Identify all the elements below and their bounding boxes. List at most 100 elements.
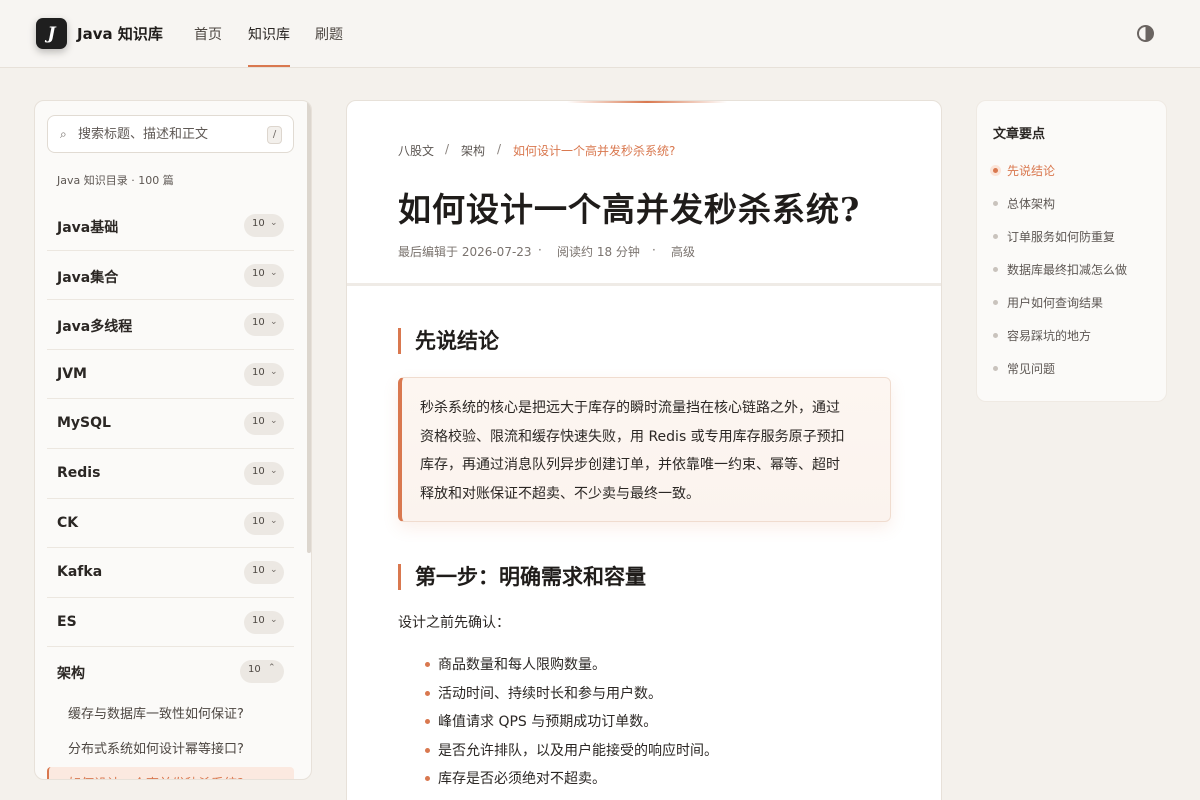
breadcrumb-separator: / — [445, 142, 450, 156]
sub-article-link-active[interactable]: 如何设计一个高并发秒杀系统? — [47, 766, 294, 779]
category-name: CK — [57, 514, 79, 531]
category-item[interactable]: Kafka 10 ⌄ — [47, 548, 294, 598]
bullet-dot-icon — [993, 234, 998, 239]
toc-item-active[interactable]: 先说结论 — [993, 162, 1055, 179]
bullet-dot-icon — [993, 168, 998, 173]
bullet-dot-icon — [993, 201, 998, 206]
toc-item[interactable]: 订单服务如何防重复 — [993, 228, 1115, 245]
bullet-dot-icon — [993, 366, 998, 371]
category-item[interactable]: CK 10 ⌄ — [47, 499, 294, 549]
category-item[interactable]: Java多线程 10 ⌄ — [47, 300, 294, 350]
category-count: 10 — [248, 664, 261, 676]
toc-item[interactable]: 常见问题 — [993, 360, 1055, 377]
category-count: 10 — [252, 267, 265, 279]
catalog-sidebar: ⌕ / Java 知识目录 · 100 篇 Java基础 10 ⌄ Java集合… — [34, 100, 312, 780]
category-count-badge[interactable]: 10 ⌄ — [244, 214, 284, 237]
sub-article-link[interactable]: 分布式系统如何设计幂等接口? — [47, 732, 294, 767]
chevron-down-icon: ⌄ — [270, 317, 278, 328]
list-item: 库存是否必须绝对不超卖。 — [425, 768, 718, 797]
chevron-down-icon: ⌄ — [270, 515, 278, 526]
toc-item[interactable]: 容易踩坑的地方 — [993, 327, 1091, 344]
chevron-down-icon: ⌄ — [270, 465, 278, 476]
list-item: 是否允许排队，以及用户能接受的响应时间。 — [425, 740, 718, 769]
category-count: 10 — [252, 465, 265, 477]
logo-icon[interactable]: J — [36, 18, 67, 49]
list-item: 活动时间、持续时长和参与用户数。 — [425, 683, 718, 712]
category-count: 10 — [252, 515, 265, 527]
chevron-down-icon: ⌄ — [270, 416, 278, 427]
category-count-badge[interactable]: 10 ⌄ — [244, 412, 284, 436]
nav-home[interactable]: 首页 — [194, 24, 222, 44]
table-of-contents: 文章要点 先说结论 总体架构 订单服务如何防重复 数据库最终扣减怎么做 用户如何… — [976, 100, 1167, 402]
toc-item[interactable]: 总体架构 — [993, 195, 1055, 212]
article-card: 八股文 / 架构 / 如何设计一个高并发秒杀系统? 如何设计一个高并发秒杀系统?… — [346, 100, 942, 800]
callout-line: 资格校验、限流和缓存快速失败，用 Redis 或专用库存服务原子预扣 — [420, 428, 845, 445]
difficulty-level: 高级 — [671, 245, 696, 259]
toc-item-label: 订单服务如何防重复 — [1007, 230, 1116, 244]
bullet-dot-icon — [993, 333, 998, 338]
search-icon: ⌕ — [60, 127, 67, 141]
category-count-badge[interactable]: 10 ⌄ — [244, 610, 284, 634]
paragraph: 设计之前先确认： — [398, 615, 510, 631]
meta-separator: · — [538, 243, 542, 257]
sub-article-link[interactable]: 缓存与数据库一致性如何保证? — [47, 697, 294, 732]
chevron-down-icon: ⌄ — [270, 267, 278, 278]
category-name: 架构 — [57, 666, 85, 683]
category-item[interactable]: ES 10 ⌄ — [47, 598, 294, 648]
toc-item-label: 总体架构 — [1007, 197, 1056, 211]
toc-item-label: 数据库最终扣减怎么做 — [1007, 263, 1128, 277]
accent-line — [567, 101, 727, 103]
category-count: 10 — [252, 614, 265, 626]
bullet-dot-icon — [993, 267, 998, 272]
brand-name[interactable]: Java 知识库 — [77, 23, 163, 44]
list-item: 峰值请求 QPS 与预期成功订单数。 — [425, 711, 718, 740]
breadcrumb-item[interactable]: 八股文 — [398, 142, 434, 159]
search-shortcut-key: / — [267, 126, 282, 144]
chevron-down-icon: ⌄ — [270, 614, 278, 625]
last-edited: 最后编辑于 2026-07-23 — [398, 245, 532, 259]
search-box[interactable]: ⌕ / — [47, 115, 294, 153]
category-item[interactable]: Redis 10 ⌄ — [47, 449, 294, 499]
category-item[interactable]: MySQL 10 ⌄ — [47, 399, 294, 449]
header-divider — [347, 283, 941, 286]
category-item[interactable]: JVM 10 ⌄ — [47, 350, 294, 400]
category-count: 10 — [252, 218, 265, 229]
category-count-badge[interactable]: 10 ⌄ — [244, 511, 284, 535]
category-item[interactable]: Java集合 10 ⌄ — [47, 251, 294, 301]
category-name: ES — [57, 613, 77, 630]
toc-item[interactable]: 数据库最终扣减怎么做 — [993, 261, 1127, 278]
nav-practice[interactable]: 刷题 — [315, 24, 343, 44]
category-name: Java集合 — [57, 269, 119, 286]
search-input[interactable] — [78, 124, 258, 144]
contrast-icon[interactable] — [1137, 25, 1154, 42]
breadcrumb-item[interactable]: 架构 — [461, 142, 485, 159]
category-item[interactable]: Java基础 10 ⌄ — [47, 201, 294, 251]
category-count: 10 — [252, 416, 265, 428]
category-count: 10 — [252, 366, 265, 378]
category-count: 10 — [252, 317, 265, 329]
category-name: Java基础 — [57, 220, 119, 236]
nav-knowledge-base[interactable]: 知识库 — [248, 24, 290, 44]
catalog-summary: Java 知识目录 · 100 篇 — [57, 174, 174, 187]
category-count-badge[interactable]: 10 ⌄ — [244, 461, 284, 485]
top-navigation-bar: J Java 知识库 首页 知识库 刷题 — [0, 0, 1200, 68]
category-list: Java基础 10 ⌄ Java集合 10 ⌄ Java多线程 10 ⌄ JVM… — [47, 201, 294, 779]
chevron-down-icon: ⌄ — [270, 366, 278, 377]
category-count-badge[interactable]: 10 ⌄ — [244, 561, 284, 585]
category-count-badge[interactable]: 10 ⌄ — [244, 362, 284, 386]
conclusion-callout: 秒杀系统的核心是把远大于库存的瞬时流量挡在核心链路之外，通过 资格校验、限流和缓… — [398, 377, 891, 522]
callout-line: 释放和对账保证不超卖、不少卖与最终一致。 — [420, 485, 700, 502]
sidebar-scrollbar[interactable] — [307, 101, 311, 553]
toc-item-label: 用户如何查询结果 — [1007, 296, 1104, 310]
category-name: Java多线程 — [57, 319, 133, 336]
section-heading-conclusion: 先说结论 — [398, 328, 499, 354]
category-item-expanded[interactable]: 架构 10 ⌃ — [47, 647, 294, 697]
toc-item[interactable]: 用户如何查询结果 — [993, 294, 1103, 311]
chevron-down-icon: ⌄ — [270, 218, 278, 228]
requirements-list: 商品数量和每人限购数量。 活动时间、持续时长和参与用户数。 峰值请求 QPS 与… — [425, 654, 718, 797]
category-count-badge[interactable]: 10 ⌃ — [240, 660, 284, 684]
category-name: Redis — [57, 464, 101, 481]
category-name: MySQL — [57, 415, 111, 432]
category-count-badge[interactable]: 10 ⌄ — [244, 263, 284, 287]
category-count-badge[interactable]: 10 ⌄ — [244, 313, 284, 337]
